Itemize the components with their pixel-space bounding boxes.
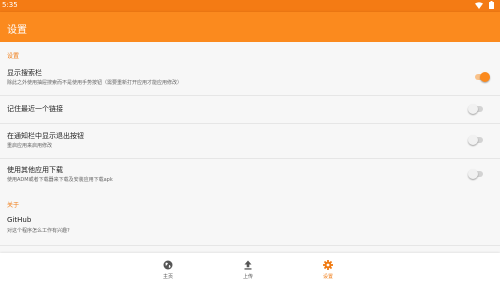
divider [0,245,500,246]
setting-title: 使用其他应用下载 [7,166,63,174]
status-icons [475,1,494,9]
wifi-icon [475,1,483,9]
about-title: GitHub [7,216,32,224]
about-item-github[interactable]: GitHub 对这个程序怎么工作有兴趣? [0,212,500,242]
tab-label: 主页 [162,274,173,280]
gear-icon [323,260,333,270]
tab-upload[interactable]: 上传 [233,253,263,289]
settings-list[interactable]: 设置 显示搜索栏 除此之外使用抽屉搜索而不是使用手势按钮（需要重新打开应用才能应… [0,42,500,253]
switch-thumb [468,135,478,145]
about-summary: 对这个程序怎么工作有兴趣? [7,228,70,234]
toggle-switch[interactable] [468,104,484,114]
setting-summary: 使用ADM或者下载器来下载及安装应用下载apk [7,177,113,183]
setting-title: 记住最近一个链接 [7,105,63,113]
setting-item-use-other-downloader[interactable]: 使用其他应用下载 使用ADM或者下载器来下载及安装应用下载apk [0,159,500,195]
tab-home[interactable]: 主页 [153,253,183,289]
tab-label: 设置 [322,274,333,280]
bottom-navigation: 主页 上传 设置 [0,253,500,289]
setting-summary: 重启应用来启用修改 [7,143,53,149]
tab-settings[interactable]: 设置 [313,253,343,289]
switch-thumb [468,169,478,179]
upload-icon [244,260,252,270]
status-bar: 5:35 [0,0,500,12]
setting-item-show-search-bar[interactable]: 显示搜索栏 除此之外使用抽屉搜索而不是使用手势按钮（需要重新打开应用才能应用修改… [0,63,500,95]
setting-title: 在通知栏中显示退出按钮 [7,132,84,140]
tab-label: 上传 [242,274,253,280]
section-header-about: 关于 [7,202,20,209]
switch-thumb [480,72,490,82]
status-time: 5:35 [2,1,18,9]
toggle-switch[interactable] [468,135,484,145]
battery-icon [489,1,494,9]
page-title: 设置 [7,25,27,36]
section-header-settings: 设置 [7,53,20,60]
setting-item-remember-last-link[interactable]: 记住最近一个链接 [0,96,500,122]
app-bar: 设置 [0,12,500,42]
setting-title: 显示搜索栏 [7,69,42,77]
toggle-switch[interactable] [474,72,490,82]
setting-item-show-exit-button[interactable]: 在通知栏中显示退出按钮 重启应用来启用修改 [0,124,500,157]
switch-thumb [468,104,478,114]
setting-summary: 除此之外使用抽屉搜索而不是使用手势按钮（需要重新打开应用才能应用修改） [7,80,183,86]
globe-icon [163,260,173,270]
toggle-switch[interactable] [468,169,484,179]
